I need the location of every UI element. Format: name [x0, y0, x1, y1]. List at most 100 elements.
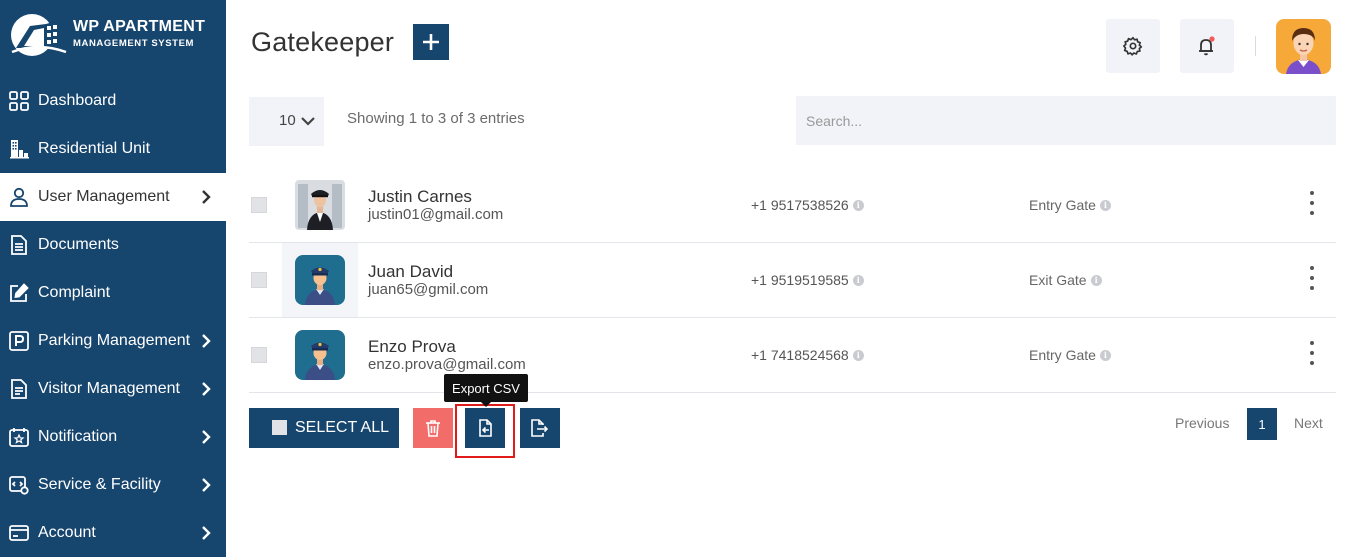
bell-icon	[1199, 36, 1215, 56]
avatar[interactable]	[1276, 19, 1331, 74]
gatekeeper-name: Enzo Prova	[368, 337, 456, 356]
gatekeeper-phone: +1 9519519585 i	[751, 272, 864, 288]
gatekeeper-phone: +1 9517538526 i	[751, 197, 864, 213]
entries-per-page-select[interactable]: 10	[249, 97, 324, 146]
document-icon	[8, 234, 30, 256]
info-icon[interactable]: i	[852, 274, 864, 286]
gatekeeper-email: juan65@gmil.com	[368, 281, 489, 298]
row-menu-icon[interactable]	[1303, 266, 1321, 290]
gatekeeper-name: Juan David	[368, 262, 454, 281]
select-all-checkbox	[272, 420, 287, 435]
calendar-star-icon	[8, 426, 30, 448]
phone-text: +1 7418524568	[751, 347, 849, 363]
trash-icon	[426, 420, 440, 437]
info-icon[interactable]: i	[1090, 274, 1102, 286]
info-icon[interactable]: i	[852, 349, 864, 361]
sidebar-item-label: Account	[38, 524, 96, 541]
gatekeeper-phone: +1 7418524568 i	[751, 347, 864, 363]
select-all-button[interactable]: SELECT ALL	[249, 408, 399, 448]
visitor-doc-icon	[8, 378, 30, 400]
row-menu-icon[interactable]	[1303, 341, 1321, 365]
building-logo-icon	[11, 14, 67, 56]
export-csv-tooltip: Export CSV	[444, 374, 528, 407]
select-all-label: SELECT ALL	[295, 419, 389, 436]
table-row: Enzo Prova enzo.prova@gmail.com +1 74185…	[249, 318, 1336, 393]
row-checkbox[interactable]	[251, 197, 267, 213]
table-row: Justin Carnes justin01@gmail.com +1 9517…	[249, 168, 1336, 243]
phone-text: +1 9519519585	[751, 272, 849, 288]
add-gatekeeper-button[interactable]	[413, 24, 449, 60]
guard-avatar	[282, 243, 358, 317]
app-logo[interactable]: WP APARTMENT MANAGEMENT SYSTEM	[10, 12, 220, 60]
pagination-page-1[interactable]: 1	[1247, 408, 1277, 440]
sidebar-item-label: Notification	[38, 428, 118, 445]
gatekeeper-email: justin01@gmail.com	[368, 206, 504, 223]
sidebar-item-documents[interactable]: Documents	[0, 221, 226, 269]
sidebar-item-label: Parking Management	[38, 332, 191, 349]
gate-text: Exit Gate	[1029, 272, 1087, 288]
chevron-right-icon	[202, 382, 211, 396]
dashboard-icon	[8, 90, 30, 112]
info-icon[interactable]: i	[1099, 349, 1111, 361]
account-card-icon	[8, 522, 30, 544]
phone-text: +1 9517538526	[751, 197, 849, 213]
gatekeeper-name: Justin Carnes	[368, 187, 472, 206]
guard-avatar	[282, 318, 358, 392]
sidebar-item-notification[interactable]: Notification	[0, 413, 226, 461]
chevron-right-icon	[202, 430, 211, 444]
file-export-icon	[531, 419, 549, 437]
notifications-button[interactable]	[1180, 19, 1234, 73]
gate-text: Entry Gate	[1029, 347, 1096, 363]
plus-icon	[423, 34, 439, 50]
chevron-right-icon	[202, 478, 211, 492]
entries-value: 10	[279, 112, 296, 129]
sidebar: WP APARTMENT MANAGEMENT SYSTEM Dashboard…	[0, 0, 226, 557]
chevron-right-icon	[202, 526, 211, 540]
chevron-down-icon	[301, 117, 315, 126]
sidebar-item-label: Residential Unit	[38, 140, 151, 157]
logo-title: WP APARTMENT	[73, 18, 206, 35]
sidebar-item-service-facility[interactable]: Service & Facility	[0, 461, 226, 509]
highlight-box	[455, 404, 515, 458]
sidebar-item-account[interactable]: Account	[0, 509, 226, 557]
export-file-button[interactable]	[520, 408, 560, 448]
sidebar-item-label: Visitor Management	[38, 380, 180, 397]
gatekeeper-gate: Entry Gate i	[1029, 197, 1111, 213]
chevron-right-icon	[202, 190, 211, 204]
row-checkbox[interactable]	[251, 347, 267, 363]
info-icon[interactable]: i	[852, 199, 864, 211]
sidebar-item-label: User Management	[38, 188, 170, 205]
gate-text: Entry Gate	[1029, 197, 1096, 213]
sidebar-item-parking-management[interactable]: Parking Management	[0, 317, 226, 365]
logo-subtitle: MANAGEMENT SYSTEM	[73, 38, 195, 49]
sidebar-item-label: Documents	[38, 236, 119, 253]
row-menu-icon[interactable]	[1303, 191, 1321, 215]
delete-selected-button[interactable]	[413, 408, 453, 448]
pagination-next[interactable]: Next	[1294, 415, 1323, 431]
header-divider	[1255, 36, 1256, 56]
row-checkbox[interactable]	[251, 272, 267, 288]
building-icon	[8, 138, 30, 160]
settings-button[interactable]	[1106, 19, 1160, 73]
info-icon[interactable]: i	[1099, 199, 1111, 211]
service-icon	[8, 474, 30, 496]
gear-icon	[1123, 36, 1143, 56]
edit-icon	[8, 282, 30, 304]
sidebar-item-user-management[interactable]: User Management	[0, 173, 226, 221]
sidebar-item-visitor-management[interactable]: Visitor Management	[0, 365, 226, 413]
page-title: Gatekeeper	[251, 27, 395, 57]
sidebar-item-label: Service & Facility	[38, 476, 161, 493]
sidebar-item-complaint[interactable]: Complaint	[0, 269, 226, 317]
guard-photo	[282, 168, 358, 242]
sidebar-item-residential-unit[interactable]: Residential Unit	[0, 125, 226, 173]
user-avatar-icon	[1286, 28, 1321, 74]
sidebar-item-label: Complaint	[38, 284, 111, 301]
chevron-right-icon	[202, 334, 211, 348]
pagination-previous[interactable]: Previous	[1175, 415, 1229, 431]
search-input[interactable]	[796, 96, 1336, 145]
gatekeeper-gate: Entry Gate i	[1029, 347, 1111, 363]
entries-info: Showing 1 to 3 of 3 entries	[347, 110, 525, 127]
table-row: Juan David juan65@gmil.com +1 9519519585…	[249, 243, 1336, 318]
sidebar-item-label: Dashboard	[38, 92, 117, 109]
sidebar-item-dashboard[interactable]: Dashboard	[0, 77, 226, 125]
